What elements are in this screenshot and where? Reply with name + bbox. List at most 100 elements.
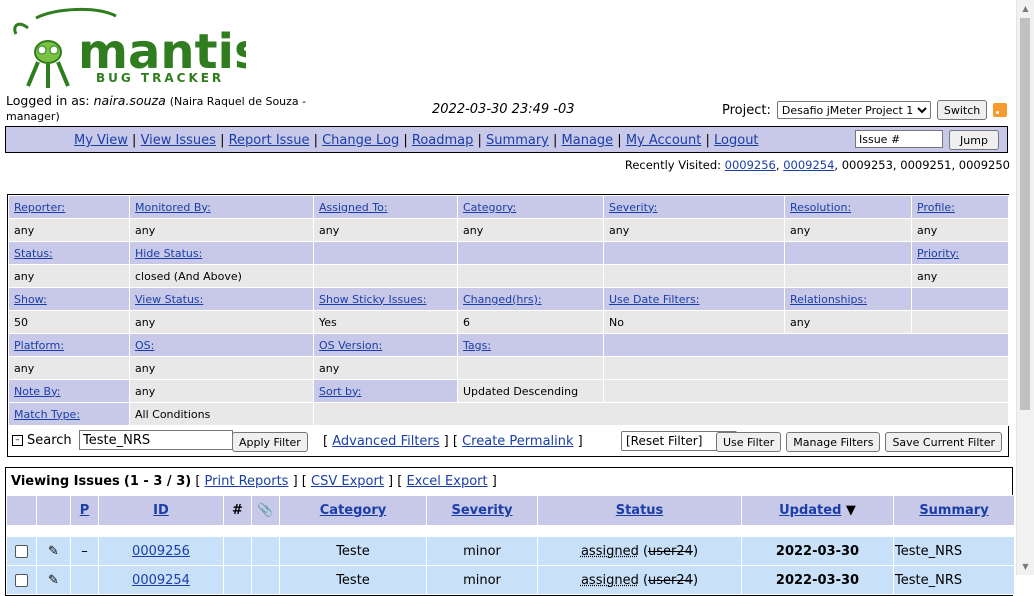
scroll-up-icon[interactable]: ▲ <box>1017 0 1034 17</box>
filter-match-type-value: All Conditions <box>130 403 314 426</box>
filter-sort-by[interactable]: Sort by: <box>319 385 361 398</box>
filter-row1_h-1[interactable]: Monitored By: <box>135 201 211 214</box>
filter-row4_v-3 <box>458 357 604 380</box>
filter-row4_v-1: any <box>130 357 314 380</box>
filter-note-by[interactable]: Note By: <box>14 385 61 398</box>
filter-row3_h-3[interactable]: Changed(hrs): <box>463 293 542 306</box>
manage-filters-button[interactable]: Manage Filters <box>786 432 880 452</box>
col-select <box>7 496 37 526</box>
filter-row3_h-1[interactable]: View Status: <box>135 293 203 306</box>
edit-icon[interactable]: ✎ <box>37 566 71 595</box>
menu-item-report-issue[interactable]: Report Issue <box>229 133 310 148</box>
project-select[interactable]: Desafio jMeter Project 1 <box>777 101 931 119</box>
filter-row1_h-2[interactable]: Assigned To: <box>319 201 388 214</box>
rss-icon[interactable] <box>993 103 1007 117</box>
excel-export-link[interactable]: Excel Export <box>406 474 487 489</box>
menu-item-view-issues[interactable]: View Issues <box>141 133 216 148</box>
filter-row4_h-0[interactable]: Platform: <box>14 339 64 352</box>
menu-item-manage[interactable]: Manage <box>562 133 614 148</box>
filter-row2_h-5 <box>785 242 912 265</box>
use-filter-button[interactable]: Use Filter <box>716 432 781 452</box>
filter-row3_h-4[interactable]: Use Date Filters: <box>609 293 700 306</box>
csv-export-link[interactable]: CSV Export <box>311 474 384 489</box>
jump-form: Jump <box>855 130 999 150</box>
filter-row2_h-4 <box>604 242 785 265</box>
filter-row4_h-3[interactable]: Tags: <box>463 339 491 352</box>
apply-filter-button[interactable]: Apply Filter <box>232 432 308 452</box>
menu-item-change-log[interactable]: Change Log <box>322 133 399 148</box>
row-checkbox[interactable] <box>15 545 28 558</box>
menu-item-my-account[interactable]: My Account <box>626 133 702 148</box>
col-id[interactable]: ID <box>153 503 169 518</box>
menu-item-my-view[interactable]: My View <box>74 133 128 148</box>
issue-category: Teste <box>280 537 427 566</box>
filter-row1_h-4[interactable]: Severity: <box>609 201 657 214</box>
filter-row1_v-1: any <box>130 219 314 242</box>
col-summary[interactable]: Summary <box>919 503 988 518</box>
filter-row1_v-5: any <box>785 219 912 242</box>
col-status[interactable]: Status <box>616 503 664 518</box>
recent-link-0009254[interactable]: 0009254 <box>783 158 834 172</box>
menu-separator: | <box>309 133 322 148</box>
login-prefix: Logged in as: <box>6 93 90 108</box>
menu-item-summary[interactable]: Summary <box>486 133 549 148</box>
filter-row1_h-0[interactable]: Reporter: <box>14 201 65 214</box>
save-filter-button[interactable]: Save Current Filter <box>885 432 1002 452</box>
filter-row3_h-5[interactable]: Relationships: <box>790 293 867 306</box>
vertical-scrollbar[interactable]: ▲ ▼ <box>1016 0 1034 575</box>
menu-separator: | <box>473 133 486 148</box>
filter-row3_v-2: Yes <box>314 311 458 334</box>
scroll-thumb[interactable] <box>1020 18 1030 410</box>
filter-match-type[interactable]: Match Type: <box>14 408 80 421</box>
filter-note-by-value: any <box>130 380 314 403</box>
filter-row4_v-0: any <box>9 357 130 380</box>
project-label: Project: <box>722 103 771 118</box>
login-info: Logged in as: naira.souza (Naira Raquel … <box>6 94 336 124</box>
filter-row1_h-5[interactable]: Resolution: <box>790 201 851 214</box>
issue-number-input[interactable] <box>855 130 943 148</box>
row-checkbox[interactable] <box>15 574 28 587</box>
issue-summary: Teste_NRS <box>894 537 1015 566</box>
filter-links: [ Advanced Filters ] [ Create Permalink … <box>323 434 583 449</box>
filter-row2_h-1[interactable]: Hide Status: <box>135 247 202 260</box>
filter-row3_v-5: any <box>785 311 912 334</box>
filter-row3_h-0[interactable]: Show: <box>14 293 47 306</box>
filter-row1_v-2: any <box>314 219 458 242</box>
switch-button[interactable]: Switch <box>937 100 987 120</box>
recent-link-0009256[interactable]: 0009256 <box>725 158 776 172</box>
print-reports-link[interactable]: Print Reports <box>205 474 289 489</box>
filter-row1_h-6[interactable]: Profile: <box>917 201 955 214</box>
issue-id-link[interactable]: 0009256 <box>132 544 190 559</box>
create-permalink-link[interactable]: Create Permalink <box>462 434 573 449</box>
jump-button[interactable]: Jump <box>949 130 999 150</box>
menu-item-logout[interactable]: Logout <box>714 133 759 148</box>
search-input[interactable] <box>79 430 233 450</box>
col-priority[interactable]: P <box>80 503 90 518</box>
search-label: Search <box>27 433 72 448</box>
filter-row1_h-3[interactable]: Category: <box>463 201 516 214</box>
filter-sort-by-value: Updated Descending <box>458 380 604 403</box>
handler-text: user24 <box>648 544 693 559</box>
filter-row4_h-1[interactable]: OS: <box>135 339 154 352</box>
project-selector: Project: Desafio jMeter Project 1 Switch <box>722 100 1007 120</box>
filter-row3_v-0: 50 <box>9 311 130 334</box>
issues-header: Viewing Issues (1 - 3 / 3) [ Print Repor… <box>6 468 1012 495</box>
filter-row4_v-2: any <box>314 357 458 380</box>
filter-row2_v-6: any <box>912 265 1009 288</box>
edit-icon[interactable]: ✎ <box>37 537 71 566</box>
filter-panel: Reporter: Monitored By: Assigned To: Catego… <box>7 194 1009 457</box>
filter-row4_h-2[interactable]: OS Version: <box>319 339 382 352</box>
col-category[interactable]: Category <box>320 503 386 518</box>
filter-row2_h-0[interactable]: Status: <box>14 247 53 260</box>
filter-row2_h-2 <box>314 242 458 265</box>
advanced-filters-link[interactable]: Advanced Filters <box>332 434 439 449</box>
recent-label: Recently Visited: <box>625 158 721 172</box>
col-updated[interactable]: Updated <box>779 503 841 518</box>
col-severity[interactable]: Severity <box>451 503 512 518</box>
scroll-down-icon[interactable]: ▼ <box>1017 558 1034 575</box>
issue-updated: 2022-03-30 <box>742 566 894 595</box>
menu-item-roadmap[interactable]: Roadmap <box>412 133 474 148</box>
filter-row2_h-6[interactable]: Priority: <box>917 247 959 260</box>
filter-row3_h-2[interactable]: Show Sticky Issues: <box>319 293 426 306</box>
collapse-icon[interactable]: – <box>12 435 23 446</box>
